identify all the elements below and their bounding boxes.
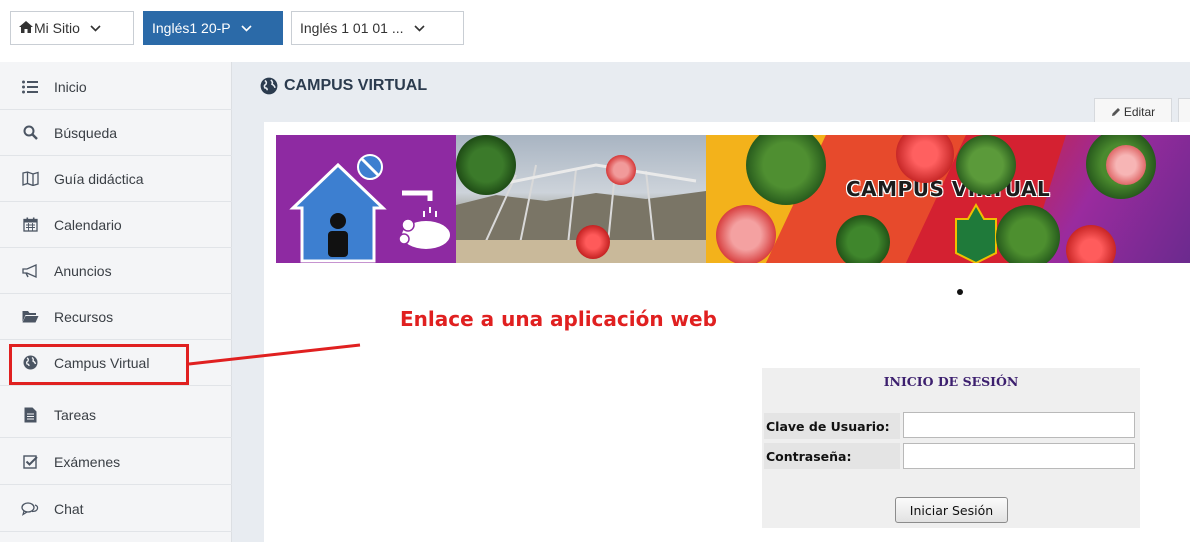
globe-icon xyxy=(260,77,278,95)
virus-graphic xyxy=(836,215,890,263)
virus-graphic xyxy=(996,205,1060,263)
list-icon xyxy=(20,80,40,94)
sidebar-item-examenes[interactable]: Exámenes xyxy=(0,439,232,485)
sidebar-item-anuncios[interactable]: Anuncios xyxy=(0,248,232,294)
campus-banner: CAMPUS VIRTUAL xyxy=(276,135,1190,263)
virus-graphic xyxy=(956,135,1016,195)
checkbox-icon xyxy=(20,454,40,469)
virus-graphic xyxy=(716,205,776,263)
sidebar-item-label: Anuncios xyxy=(54,262,112,279)
sidebar-item-label: Exámenes xyxy=(54,453,121,470)
user-label: Clave de Usuario: xyxy=(764,413,900,439)
bullet-dot xyxy=(957,289,963,295)
sidebar-item-inicio[interactable]: Inicio xyxy=(0,64,232,110)
megaphone-icon xyxy=(20,263,40,278)
virus-graphic xyxy=(606,155,636,185)
pencil-icon xyxy=(1111,107,1121,117)
site-dropdown[interactable]: Mi Sitio xyxy=(10,11,134,45)
home-icon xyxy=(19,20,33,36)
password-label: Contraseña: xyxy=(764,443,900,469)
document-icon xyxy=(20,407,40,423)
top-navigation-bar: Mi Sitio Inglés1 20-P Inglés 1 01 01 ... xyxy=(0,0,1190,62)
calendar-icon xyxy=(20,217,40,232)
sidebar-item-label: Búsqueda xyxy=(54,124,118,141)
sidebar-item-busqueda[interactable]: Búsqueda xyxy=(0,110,232,156)
more-options-button[interactable] xyxy=(1178,98,1190,125)
chevron-down-icon xyxy=(413,21,425,35)
highlight-frame xyxy=(9,344,189,385)
sidebar-item-guia-didactica[interactable]: Guía didáctica xyxy=(0,156,232,202)
sidebar: Inicio Búsqueda Guía didáctica Calendari… xyxy=(0,62,232,542)
page-title: CAMPUS VIRTUAL xyxy=(260,77,427,95)
search-icon xyxy=(20,125,40,140)
edit-button[interactable]: Editar xyxy=(1094,98,1172,125)
sidebar-item-label: Inicio xyxy=(54,78,87,95)
virus-graphic xyxy=(576,225,610,259)
login-button[interactable]: Iniciar Sesión xyxy=(895,497,1008,523)
stay-home-illustration xyxy=(276,135,456,263)
annotation-text: Enlace a una aplicación web xyxy=(400,307,717,331)
sidebar-item-tareas[interactable]: Tareas xyxy=(0,392,232,438)
chevron-down-icon xyxy=(241,21,252,35)
password-field[interactable] xyxy=(903,443,1135,469)
login-form: INICIO DE SESIÓN Clave de Usuario: Contr… xyxy=(762,368,1140,528)
virus-graphic xyxy=(1106,145,1146,185)
sidebar-item-label: Guía didáctica xyxy=(54,170,144,187)
sidebar-item-label: Calendario xyxy=(54,216,122,233)
user-field[interactable] xyxy=(903,412,1135,438)
chevron-down-icon xyxy=(90,21,101,35)
sidebar-item-calendario[interactable]: Calendario xyxy=(0,202,232,248)
sidebar-item-label: Chat xyxy=(54,500,84,517)
edit-label: Editar xyxy=(1123,104,1156,119)
map-icon xyxy=(20,171,40,186)
subject-dropdown[interactable]: Inglés 1 01 01 ... xyxy=(291,11,464,45)
sidebar-item-recursos[interactable]: Recursos xyxy=(0,294,232,340)
folder-icon xyxy=(20,310,40,323)
login-title: INICIO DE SESIÓN xyxy=(883,374,1019,389)
site-label: Mi Sitio xyxy=(34,20,80,36)
subject-label: Inglés 1 01 01 ... xyxy=(300,20,404,36)
sidebar-item-label: Tareas xyxy=(54,406,97,423)
sidebar-item-label: Recursos xyxy=(54,308,114,325)
course-dropdown[interactable]: Inglés1 20-P xyxy=(143,11,283,45)
course-label: Inglés1 20-P xyxy=(152,20,231,36)
banner-title: CAMPUS VIRTUAL xyxy=(846,177,1051,201)
sidebar-item-chat[interactable]: Chat xyxy=(0,486,232,532)
page-title-text: CAMPUS VIRTUAL xyxy=(284,77,428,94)
virus-graphic xyxy=(456,135,516,195)
chat-icon xyxy=(20,501,40,516)
